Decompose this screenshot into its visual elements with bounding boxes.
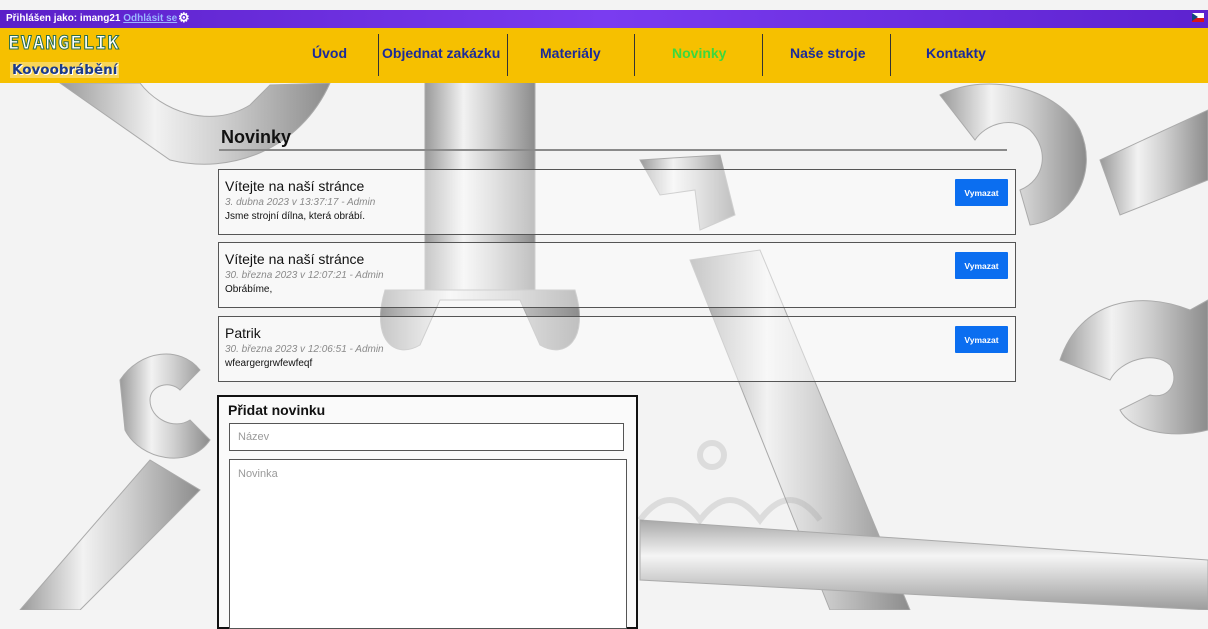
- news-title-input[interactable]: [229, 423, 624, 451]
- delete-news-button[interactable]: Vymazat: [955, 326, 1008, 353]
- news-item: Vítejte na naší stránce 30. března 2023 …: [218, 242, 1016, 308]
- news-item: Vítejte na naší stránce 3. dubna 2023 v …: [218, 169, 1016, 235]
- news-body-textarea[interactable]: [229, 459, 627, 629]
- news-title: Vítejte na naší stránce: [225, 251, 365, 267]
- add-news-form: Přidat novinku: [217, 395, 638, 629]
- gear-icon[interactable]: ⚙: [178, 10, 190, 26]
- news-body: wfeargergrwfewfeqf: [225, 358, 313, 369]
- czech-flag-icon[interactable]: [1192, 13, 1204, 22]
- news-meta: 30. března 2023 v 12:07:21 - Admin: [225, 270, 384, 281]
- logo-line-1: EVANGELIK: [8, 32, 120, 55]
- nav-separator: [762, 34, 763, 76]
- delete-news-button[interactable]: Vymazat: [955, 252, 1008, 279]
- news-item: Patrik 30. března 2023 v 12:06:51 - Admi…: [218, 316, 1016, 382]
- nav-item-nase-stroje[interactable]: Naše stroje: [790, 45, 865, 61]
- nav-separator: [890, 34, 891, 76]
- logged-in-label: Přihlášen jako: imang21: [6, 13, 121, 24]
- news-meta: 3. dubna 2023 v 13:37:17 - Admin: [225, 197, 376, 208]
- news-body: Jsme strojní dílna, která obrábí.: [225, 211, 366, 222]
- news-body: Obrábíme,: [225, 284, 273, 295]
- delete-news-button[interactable]: Vymazat: [955, 179, 1008, 206]
- nav-item-kontakty[interactable]: Kontakty: [926, 45, 986, 61]
- news-title: Patrik: [225, 325, 261, 341]
- nav-item-materialy[interactable]: Materiály: [540, 45, 601, 61]
- logout-link[interactable]: Odhlásit se: [123, 13, 177, 24]
- title-divider: [219, 149, 1007, 151]
- top-status-bar: Přihlášen jako: imang21 Odhlásit se ⚙: [0, 10, 1208, 28]
- main-content: Novinky Vítejte na naší stránce 3. dubna…: [0, 0, 1208, 629]
- nav-separator: [507, 34, 508, 76]
- nav-item-novinky[interactable]: Novinky: [672, 45, 726, 61]
- logged-in-info: Přihlášen jako: imang21 Odhlásit se: [6, 13, 177, 24]
- nav-separator: [634, 34, 635, 76]
- news-title: Vítejte na naší stránce: [225, 178, 365, 194]
- logo-line-2: Kovoobrábění: [10, 62, 120, 78]
- nav-item-objednat-zakazku[interactable]: Objednat zakázku: [382, 45, 500, 61]
- site-logo[interactable]: EVANGELIK Kovoobrábění: [8, 28, 120, 83]
- nav-separator: [378, 34, 379, 76]
- main-navbar: EVANGELIK Kovoobrábění Úvod Objednat zak…: [0, 28, 1208, 83]
- nav-item-uvod[interactable]: Úvod: [312, 45, 347, 61]
- news-meta: 30. března 2023 v 12:06:51 - Admin: [225, 344, 384, 355]
- page-title: Novinky: [221, 127, 292, 147]
- add-news-heading: Přidat novinku: [228, 402, 326, 418]
